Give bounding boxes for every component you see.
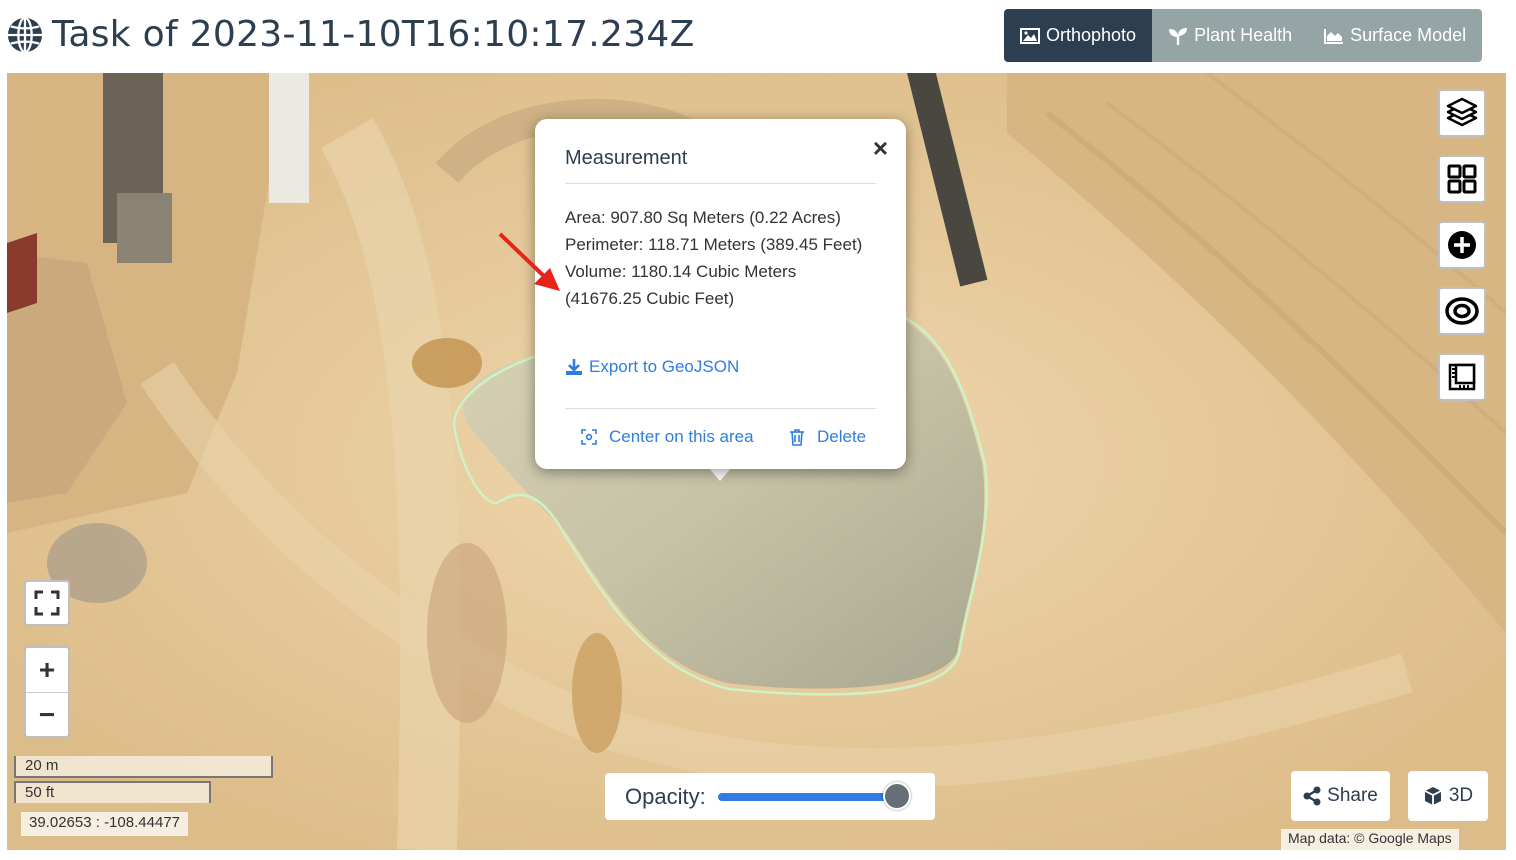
globe-icon <box>7 16 43 53</box>
opacity-control: Opacity: <box>605 773 935 820</box>
zoom-in-button[interactable]: + <box>26 648 68 692</box>
view-3d-label: 3D <box>1448 785 1474 806</box>
cube-icon <box>1424 787 1442 805</box>
opacity-label: Opacity: <box>625 783 706 809</box>
area-value: Area: 907.80 Sq Meters (0.22 Acres) <box>565 208 841 227</box>
tab-plant-health[interactable]: Plant Health <box>1152 9 1309 62</box>
plus-circle-icon <box>1448 231 1476 259</box>
area-chart-icon <box>1324 28 1344 44</box>
view-tabs: Orthophoto Plant Health Surface Model <box>1004 9 1483 62</box>
zoom-out-button[interactable]: − <box>26 692 68 736</box>
share-label: Share <box>1327 785 1378 806</box>
measure-area-button[interactable] <box>1438 287 1486 335</box>
delete-label: Delete <box>817 427 867 446</box>
share-button[interactable]: Share <box>1291 771 1390 821</box>
layers-icon <box>1446 97 1478 127</box>
header: Task of 2023-11-10T16:10:17.234Z Orthoph… <box>0 0 1516 72</box>
export-label: Export to GeoJSON <box>589 357 740 376</box>
divider <box>565 183 876 184</box>
scale-bar-metric: 20 m <box>14 756 273 778</box>
export-geojson-link[interactable]: Export to GeoJSON <box>565 357 739 377</box>
tab-orthophoto[interactable]: Orthophoto <box>1004 9 1153 62</box>
popup-tip <box>708 467 732 481</box>
view-3d-button[interactable]: 3D <box>1408 771 1488 821</box>
measurement-popup: × Measurement Area: 907.80 Sq Meters (0.… <box>535 119 906 469</box>
center-label: Center on this area <box>609 427 754 446</box>
trash-icon <box>790 429 804 446</box>
fullscreen-button[interactable] <box>24 580 70 626</box>
zoom-control: + − <box>24 646 70 738</box>
popup-title: Measurement <box>565 147 688 169</box>
tab-surface-model[interactable]: Surface Model <box>1308 9 1483 62</box>
seedling-icon <box>1169 27 1188 45</box>
title-wrap: Task of 2023-11-10T16:10:17.234Z <box>6 14 695 55</box>
download-icon <box>566 359 582 375</box>
scale-bar-imperial: 50 ft <box>14 781 211 803</box>
target-icon <box>1445 297 1479 325</box>
measurement-details: Area: 907.80 Sq Meters (0.22 Acres) Peri… <box>565 204 875 312</box>
expand-icon <box>34 590 60 616</box>
grid-button[interactable] <box>1438 155 1486 203</box>
grid-icon <box>1447 164 1477 194</box>
map-view[interactable]: + − 20 m 50 ft 39.02653 : -108.44477 Opa… <box>7 73 1506 850</box>
coordinates-readout: 39.02653 : -108.44477 <box>21 812 188 836</box>
tab-plant-health-label: Plant Health <box>1194 25 1293 45</box>
perimeter-value: Perimeter: 118.71 Meters (389.45 Feet) <box>565 235 863 254</box>
page-title: Task of 2023-11-10T16:10:17.234Z <box>52 14 695 55</box>
add-button[interactable] <box>1438 221 1486 269</box>
volume-value: Volume: 1180.14 Cubic Meters (41676.25 C… <box>565 262 797 308</box>
map-attribution: Map data: © Google Maps <box>1281 829 1459 850</box>
delete-link[interactable]: Delete <box>789 427 866 447</box>
share-icon <box>1303 786 1321 806</box>
tab-surface-model-label: Surface Model <box>1350 25 1467 45</box>
center-on-area-link[interactable]: Center on this area <box>581 427 754 447</box>
tab-orthophoto-label: Orthophoto <box>1046 25 1137 45</box>
ruler-icon <box>1448 363 1476 391</box>
ruler-button[interactable] <box>1438 353 1486 401</box>
crosshair-icon <box>581 429 597 445</box>
divider <box>565 408 876 409</box>
opacity-slider[interactable] <box>717 781 911 810</box>
opacity-slider-handle[interactable] <box>882 781 911 810</box>
close-icon[interactable]: × <box>873 133 888 163</box>
image-icon <box>1020 27 1040 44</box>
layers-button[interactable] <box>1438 89 1486 137</box>
